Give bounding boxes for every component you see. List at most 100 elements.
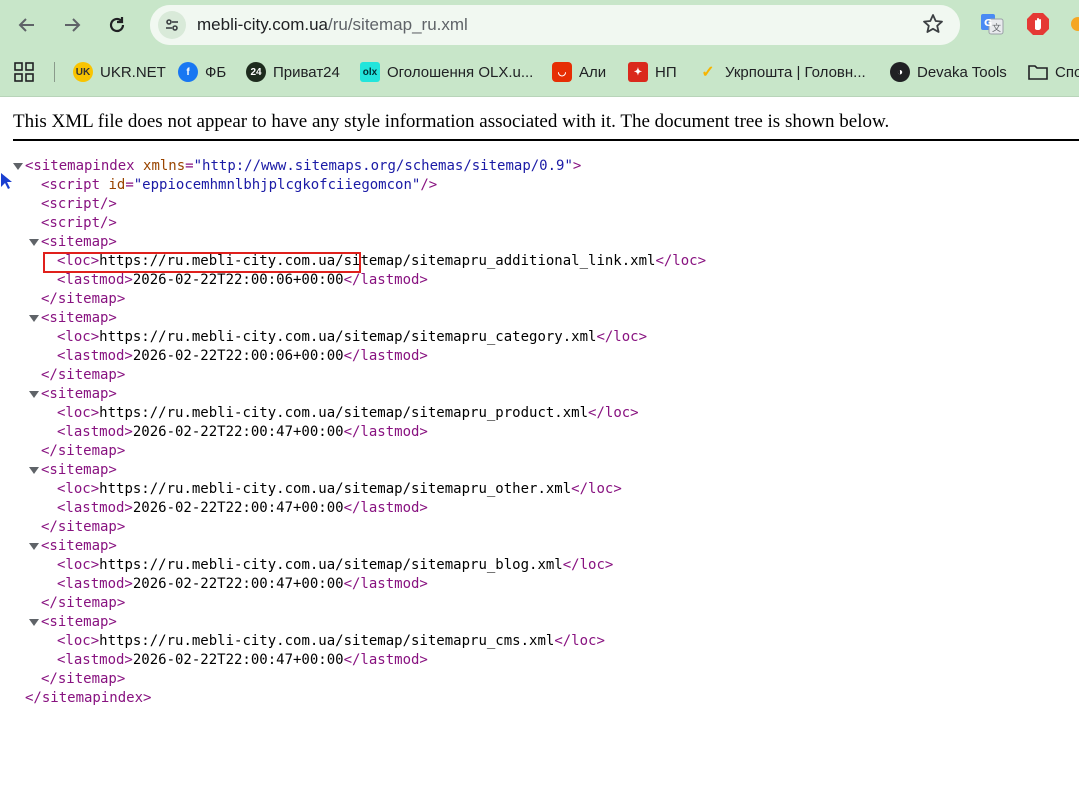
sitemap-close-line: </sitemap> [41, 290, 125, 309]
collapse-triangle-icon[interactable] [29, 315, 39, 322]
bookmark-ukrposhta[interactable]: ✓ Укрпошта | Головн... [698, 60, 866, 84]
xml-token [135, 158, 143, 174]
bookmark-label: НП [655, 63, 677, 81]
xml-tag: </sitemap> [41, 443, 126, 459]
sitemap-lastmod-line: <lastmod>2026-02-22T22:00:47+00:00</last… [57, 499, 428, 518]
bookmark-label: Devaka Tools [917, 63, 1007, 81]
bookmark-devaka[interactable]: ◑ Devaka Tools [890, 60, 1007, 84]
xml-tag: </sitemap> [41, 595, 126, 611]
sitemap-loc-value: https://ru.mebli-city.com.ua/sitemap/sit… [99, 633, 555, 649]
star-icon[interactable] [922, 13, 944, 41]
extension-icon[interactable] [1066, 12, 1079, 36]
sitemap-open-line: <sitemap> [41, 537, 117, 556]
sitemap-lastmod-line: <lastmod>2026-02-22T22:00:06+00:00</last… [57, 347, 428, 366]
xml-tag: </loc> [596, 329, 648, 345]
bookmark-folder[interactable]: Спо [1028, 60, 1079, 84]
xml-tag: <sitemap> [41, 462, 117, 478]
xml-tag: <sitemap> [41, 234, 117, 250]
sitemap-open-line: <sitemap> [41, 309, 117, 328]
xml-tag: <script/> [41, 215, 117, 231]
xml-tag: <loc> [57, 633, 100, 649]
address-bar[interactable]: mebli-city.com.ua/ru/sitemap_ru.xml [150, 5, 960, 45]
xml-tag: </lastmod> [343, 576, 428, 592]
bookmark-label: Спо [1055, 63, 1079, 81]
sitemap-lastmod-value: 2026-02-22T22:00:47+00:00 [132, 424, 344, 440]
url-text[interactable]: mebli-city.com.ua/ru/sitemap_ru.xml [197, 15, 468, 35]
bookmark-label: Укрпошта | Головн... [725, 63, 866, 81]
sitemap-close-line: </sitemap> [41, 442, 125, 461]
facebook-icon: f [178, 62, 198, 82]
site-info-icon[interactable] [158, 11, 186, 39]
translate-extension-icon[interactable]: G文 [980, 12, 1004, 36]
xml-tag: </sitemap> [41, 367, 126, 383]
xml-tag: <sitemap> [41, 538, 117, 554]
bookmark-olx[interactable]: olx Оголошення OLX.u... [360, 60, 533, 84]
collapse-triangle-icon[interactable] [29, 543, 39, 550]
forward-arrow-icon[interactable] [59, 12, 85, 38]
bookmarks-divider [54, 62, 55, 82]
collapse-triangle-icon[interactable] [29, 619, 39, 626]
sitemap-lastmod-value: 2026-02-22T22:00:06+00:00 [132, 348, 344, 364]
xml-tag: <lastmod> [57, 272, 133, 288]
collapse-triangle-icon[interactable] [29, 467, 39, 474]
bookmark-aliexpress[interactable]: ◡ Али [552, 60, 606, 84]
script-line: <script/> [41, 195, 117, 214]
xml-tag: </lastmod> [343, 272, 428, 288]
browser-toolbar: mebli-city.com.ua/ru/sitemap_ru.xml G文 [0, 0, 1079, 51]
xml-tag: <lastmod> [57, 500, 133, 516]
xml-tag: <script/> [41, 196, 117, 212]
bookmark-label: Оголошення OLX.u... [387, 63, 534, 81]
xml-tag: <sitemapindex [25, 158, 135, 174]
sitemap-close-line: </sitemap> [41, 594, 125, 613]
xml-style-notice: This XML file does not appear to have an… [13, 111, 890, 132]
collapse-triangle-icon[interactable] [29, 239, 39, 246]
sitemap-loc-line: <loc>https://ru.mebli-city.com.ua/sitema… [57, 480, 622, 499]
ukrposhta-icon: ✓ [701, 64, 715, 81]
adblock-extension-icon[interactable] [1026, 12, 1050, 36]
devaka-icon: ◑ [890, 62, 910, 82]
bookmark-ukrnet[interactable]: UK UKR.NET [73, 60, 166, 84]
xml-attr-value: "http://www.sitemaps.org/schemas/sitemap… [193, 158, 573, 174]
sitemap-lastmod-value: 2026-02-22T22:00:47+00:00 [132, 500, 344, 516]
xml-tag: <sitemap> [41, 614, 117, 630]
bookmark-facebook[interactable]: f ФБ [178, 60, 226, 84]
xml-tag: <lastmod> [57, 424, 133, 440]
xml-tag: <sitemap> [41, 310, 117, 326]
xml-tag: <script [41, 177, 101, 193]
xml-tag: <lastmod> [57, 348, 133, 364]
collapse-triangle-icon[interactable] [29, 391, 39, 398]
bookmark-label: Али [579, 63, 607, 81]
xml-tag: <lastmod> [57, 652, 133, 668]
xml-tag: </sitemap> [41, 291, 126, 307]
svg-text:文: 文 [992, 22, 1001, 34]
script-line: <script/> [41, 214, 117, 233]
sitemap-lastmod-line: <lastmod>2026-02-22T22:00:47+00:00</last… [57, 575, 428, 594]
xml-tag: > [572, 158, 582, 174]
bookmark-privat24[interactable]: 24 Приват24 [246, 60, 340, 84]
xml-tag: <loc> [57, 405, 100, 421]
xml-attr-name: xmlns [143, 158, 186, 174]
sitemap-open-line: <sitemap> [41, 461, 117, 480]
apps-grid-icon[interactable] [14, 60, 34, 84]
novaposhta-icon: ✦ [628, 62, 648, 82]
sitemap-loc-value: https://ru.mebli-city.com.ua/sitemap/sit… [99, 405, 589, 421]
xml-attr-value: "eppiocemhmnlbhjplcgkofciiegomcon" [133, 177, 421, 193]
script-line: <script id="eppiocemhmnlbhjplcgkofciiego… [41, 176, 437, 195]
svg-text:G: G [984, 18, 992, 29]
sitemap-lastmod-line: <lastmod>2026-02-22T22:00:47+00:00</last… [57, 423, 428, 442]
olx-icon: olx [360, 62, 380, 82]
xml-tag: <loc> [57, 481, 100, 497]
back-arrow-icon[interactable] [14, 12, 40, 38]
xml-token: = [185, 158, 194, 174]
xml-tag: </sitemapindex> [25, 690, 152, 706]
sitemap-open-line: <sitemap> [41, 233, 117, 252]
xml-tag: </loc> [588, 405, 639, 421]
reload-icon[interactable] [104, 12, 130, 38]
sitemap-loc-value: https://ru.mebli-city.com.ua/sitemap/sit… [99, 329, 597, 345]
folder-icon [1028, 63, 1048, 81]
sitemap-lastmod-line: <lastmod>2026-02-22T22:00:06+00:00</last… [57, 271, 428, 290]
collapse-triangle-icon[interactable] [13, 163, 23, 170]
xml-tag: <loc> [57, 557, 100, 573]
xml-tag: </loc> [554, 633, 605, 649]
bookmark-novaposhta[interactable]: ✦ НП [628, 60, 677, 84]
